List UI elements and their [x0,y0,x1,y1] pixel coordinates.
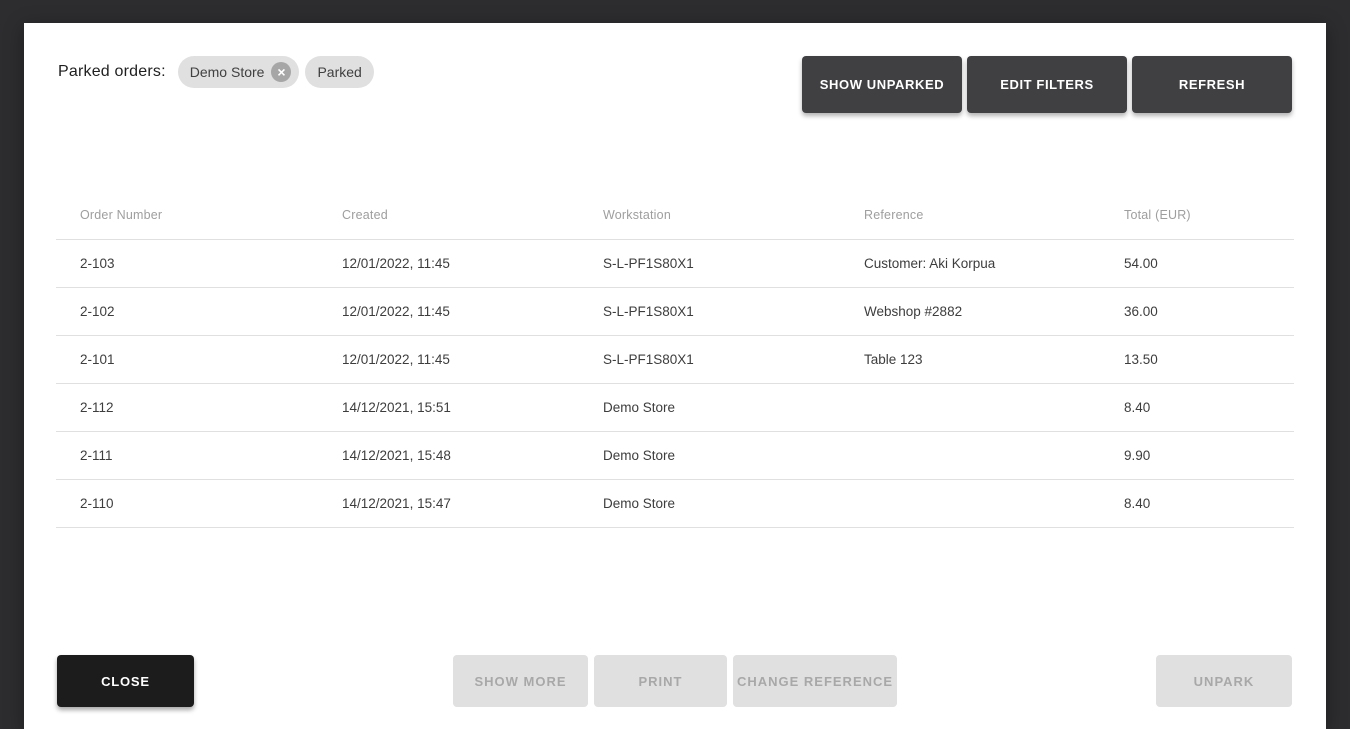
cell-reference [840,383,1100,431]
show-more-button[interactable]: SHOW MORE [453,655,588,707]
filter-chip-label: Parked [317,64,361,80]
cell-workstation: Demo Store [579,383,840,431]
cell-workstation: S-L-PF1S80X1 [579,335,840,383]
cell-total: 8.40 [1100,479,1294,527]
cell-total: 9.90 [1100,431,1294,479]
screen: { "modal": { "title": "Parked orders:", … [0,0,1350,729]
column-header-created: Created [318,191,579,239]
filter-chip-list: Demo Store × Parked [178,56,374,88]
show-unparked-button[interactable]: SHOW UNPARKED [802,56,962,113]
cell-created: 12/01/2022, 11:45 [318,335,579,383]
filter-chip-demo-store[interactable]: Demo Store × [178,56,300,88]
cell-reference: Table 123 [840,335,1100,383]
cell-order-number: 2-111 [56,431,318,479]
close-button[interactable]: CLOSE [57,655,194,707]
cell-total: 13.50 [1100,335,1294,383]
cell-order-number: 2-112 [56,383,318,431]
cell-created: 14/12/2021, 15:48 [318,431,579,479]
column-header-workstation: Workstation [579,191,840,239]
parked-orders-modal: Parked orders: Demo Store × Parked SHOW … [24,23,1326,729]
filter-chip-label: Demo Store [190,64,265,80]
table-row[interactable]: 2-103 12/01/2022, 11:45 S-L-PF1S80X1 Cus… [56,239,1294,287]
filters-area: Parked orders: Demo Store × Parked [58,56,374,88]
cell-reference [840,479,1100,527]
modal-header: Parked orders: Demo Store × Parked SHOW … [24,23,1326,113]
footer-middle-actions: SHOW MORE PRINT CHANGE REFERENCE [453,655,897,707]
cell-created: 12/01/2022, 11:45 [318,287,579,335]
refresh-button[interactable]: REFRESH [1132,56,1292,113]
cell-order-number: 2-102 [56,287,318,335]
cell-total: 54.00 [1100,239,1294,287]
cell-workstation: S-L-PF1S80X1 [579,239,840,287]
cell-created: 14/12/2021, 15:47 [318,479,579,527]
table-row[interactable]: 2-112 14/12/2021, 15:51 Demo Store 8.40 [56,383,1294,431]
cell-reference [840,431,1100,479]
table-row[interactable]: 2-111 14/12/2021, 15:48 Demo Store 9.90 [56,431,1294,479]
parked-orders-table: Order Number Created Workstation Referen… [56,191,1294,528]
unpark-button[interactable]: UNPARK [1156,655,1292,707]
cell-created: 14/12/2021, 15:51 [318,383,579,431]
cell-order-number: 2-110 [56,479,318,527]
column-header-reference: Reference [840,191,1100,239]
close-icon[interactable]: × [271,62,291,82]
column-header-order-number: Order Number [56,191,318,239]
cell-reference: Webshop #2882 [840,287,1100,335]
cell-total: 8.40 [1100,383,1294,431]
cell-order-number: 2-103 [56,239,318,287]
table-header-row: Order Number Created Workstation Referen… [56,191,1294,239]
change-reference-button[interactable]: CHANGE REFERENCE [733,655,897,707]
cell-workstation: S-L-PF1S80X1 [579,287,840,335]
cell-workstation: Demo Store [579,479,840,527]
header-actions: SHOW UNPARKED EDIT FILTERS REFRESH [802,56,1292,113]
filter-chip-parked[interactable]: Parked [305,56,373,88]
cell-workstation: Demo Store [579,431,840,479]
column-header-total: Total (EUR) [1100,191,1294,239]
modal-title: Parked orders: [58,56,166,88]
cell-reference: Customer: Aki Korpua [840,239,1100,287]
print-button[interactable]: PRINT [594,655,727,707]
cell-total: 36.00 [1100,287,1294,335]
edit-filters-button[interactable]: EDIT FILTERS [967,56,1127,113]
modal-footer: CLOSE SHOW MORE PRINT CHANGE REFERENCE U… [57,655,1292,707]
table-row[interactable]: 2-101 12/01/2022, 11:45 S-L-PF1S80X1 Tab… [56,335,1294,383]
table-row[interactable]: 2-102 12/01/2022, 11:45 S-L-PF1S80X1 Web… [56,287,1294,335]
table-row[interactable]: 2-110 14/12/2021, 15:47 Demo Store 8.40 [56,479,1294,527]
cell-order-number: 2-101 [56,335,318,383]
cell-created: 12/01/2022, 11:45 [318,239,579,287]
